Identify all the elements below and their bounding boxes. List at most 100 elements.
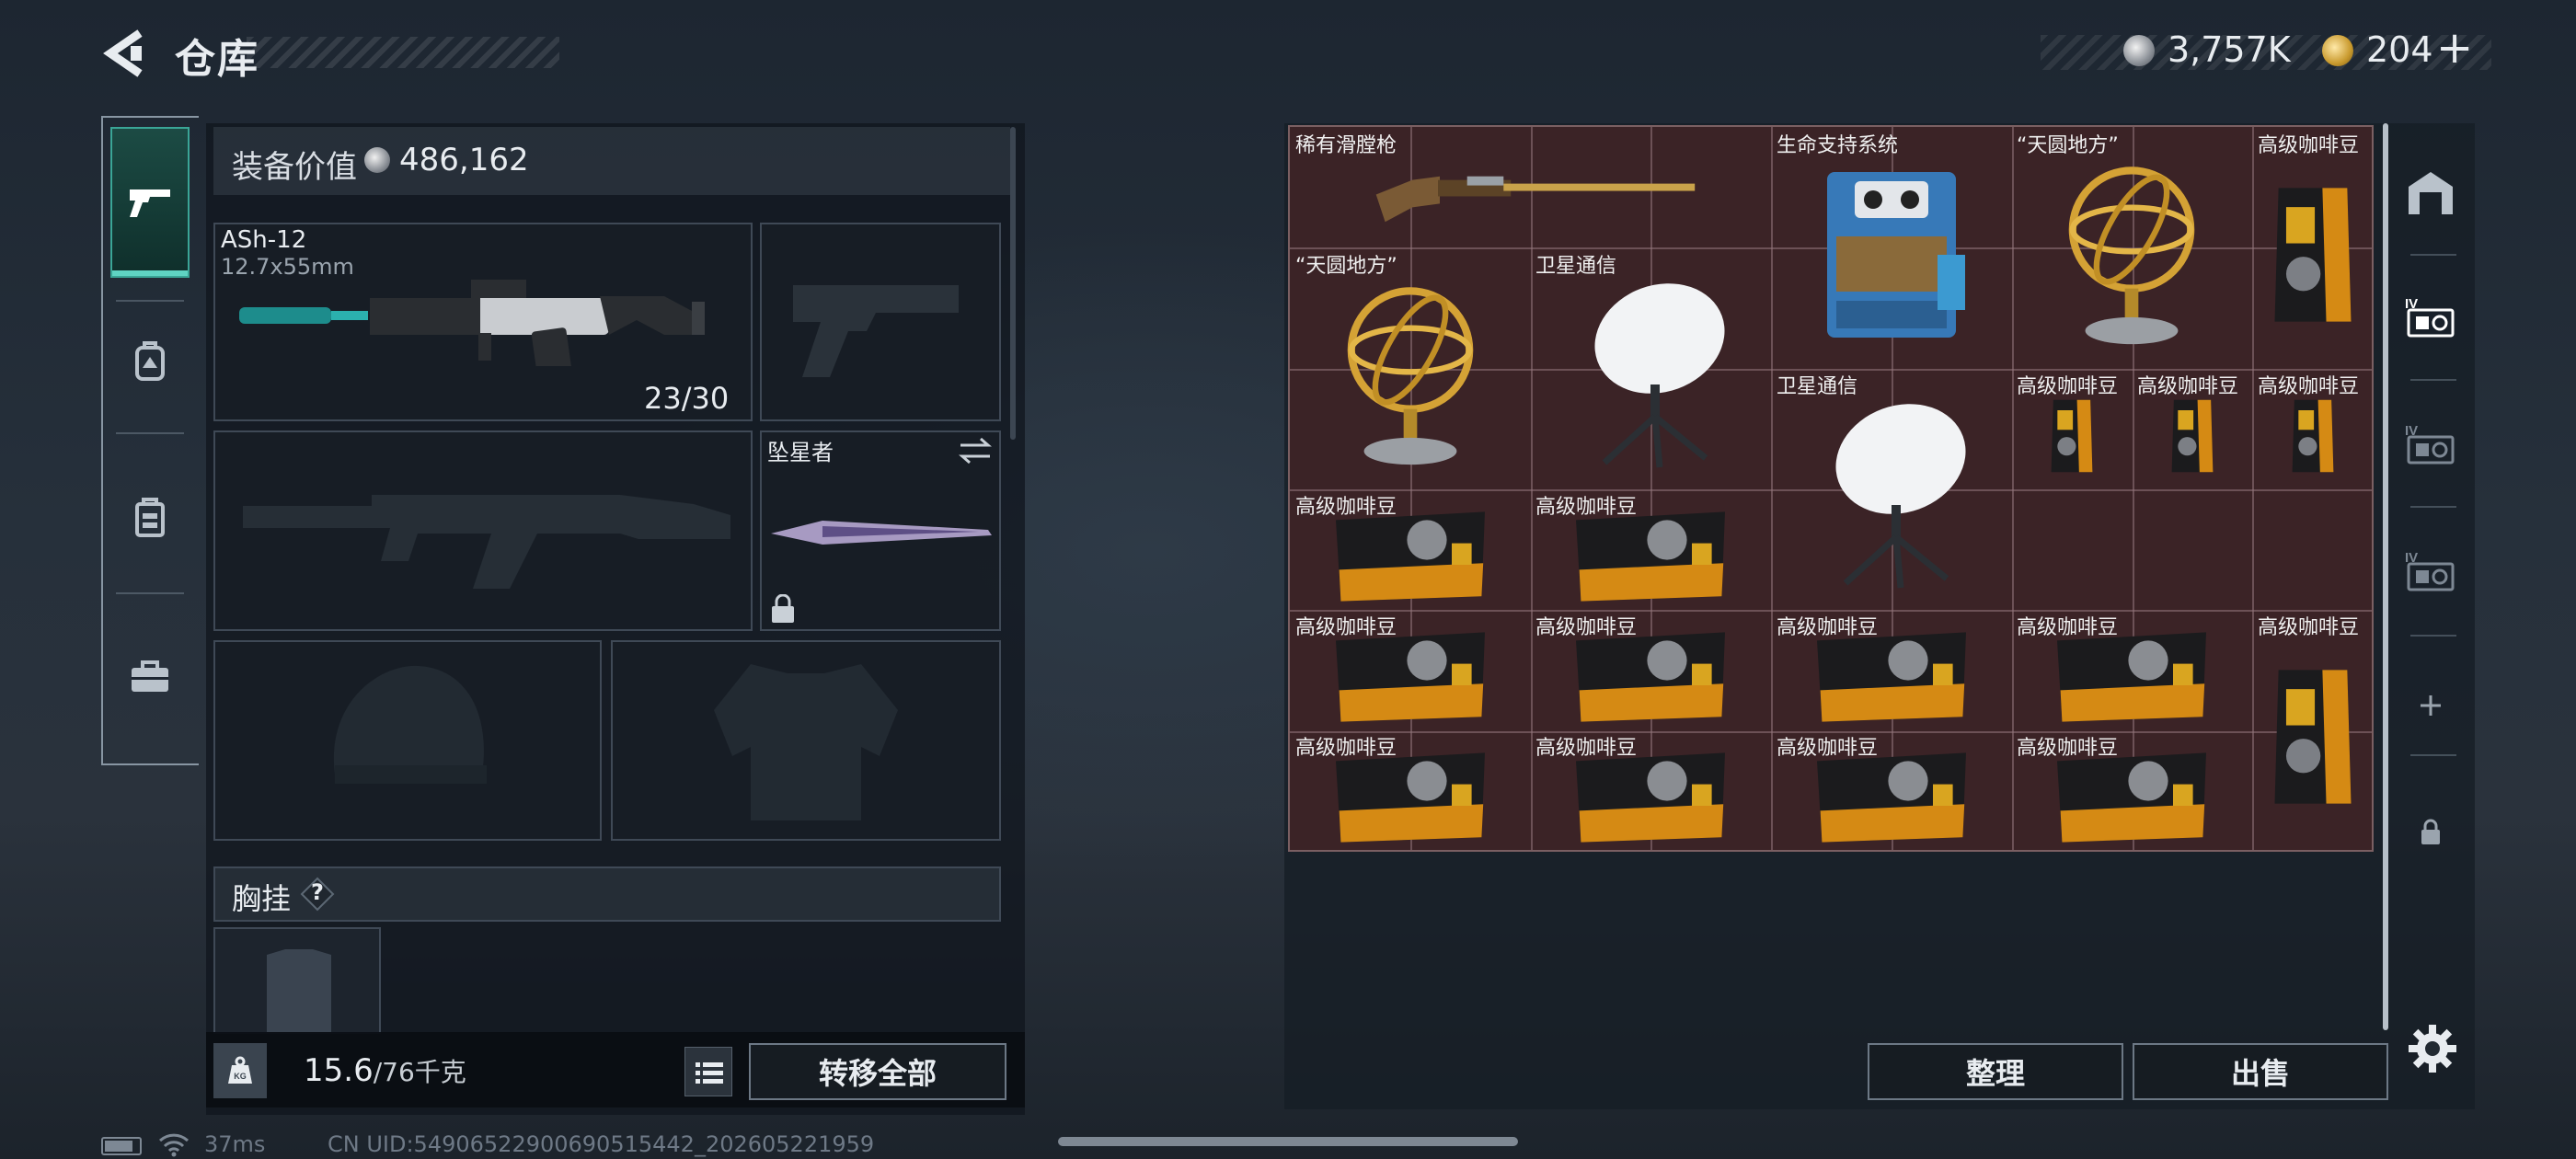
stash-item[interactable]: 高级咖啡豆	[1290, 609, 1530, 729]
armillary-sphere-icon	[2024, 153, 2239, 357]
stash-item[interactable]: 高级咖啡豆	[1290, 729, 1530, 850]
stash-iv-icon: IV	[2405, 423, 2455, 465]
stash-item[interactable]: 高级咖啡豆	[1530, 609, 1771, 729]
list-view-button[interactable]	[684, 1047, 732, 1096]
primary-weapon-slot[interactable]: ASh-12 12.7x55mm 23/30	[213, 223, 753, 421]
stash-item-label: 高级咖啡豆	[2017, 616, 2119, 639]
add-currency-button[interactable]: +	[2436, 22, 2473, 74]
swap-icon[interactable]	[957, 436, 994, 465]
pistol-slot[interactable]	[760, 223, 1001, 421]
stash-item[interactable]: 高级咖啡豆	[2252, 368, 2374, 488]
ping-readout: 37ms	[204, 1131, 266, 1157]
stash-item[interactable]: 高级咖啡豆	[1530, 488, 1771, 609]
stash-item-label: 高级咖啡豆	[1535, 496, 1638, 519]
title-decoration	[247, 37, 559, 68]
page-title: 仓库	[175, 36, 259, 83]
stash-item[interactable]: 高级咖啡豆	[2252, 609, 2374, 850]
stash-item[interactable]: 高级咖啡豆	[1530, 729, 1771, 850]
stash-item[interactable]: 稀有滑膛枪	[1290, 127, 1771, 247]
backpack-icon	[132, 340, 168, 383]
chest-rig-slot[interactable]	[213, 927, 381, 1034]
active-indicator	[112, 270, 188, 276]
stash-item-label: 卫星通信	[1535, 255, 1617, 278]
stash-item-label: 高级咖啡豆	[2258, 375, 2360, 398]
stash-tab-iv-2[interactable]: IV	[2396, 403, 2466, 486]
stash-tab-iv-1[interactable]: IV	[2396, 276, 2466, 359]
stash-item[interactable]: 高级咖啡豆	[2132, 368, 2252, 488]
knife-icon	[771, 521, 992, 545]
stash-grid: 稀有滑膛枪 生命支持系统 “天圆地方” 高级咖啡豆 “天圆地方” 卫星通信 卫星通信 高级咖啡…	[1288, 125, 2374, 852]
sidebar-divider	[2410, 379, 2456, 381]
stash-item[interactable]: 生命支持系统	[1771, 127, 2011, 368]
nav-case-tab[interactable]	[110, 637, 190, 716]
plus-icon	[2421, 695, 2441, 716]
max-weight: /76千克	[373, 1057, 466, 1087]
lock-icon	[769, 594, 797, 624]
rifle-silhouette-icon	[243, 495, 730, 589]
armor-slot[interactable]	[611, 640, 1001, 841]
nav-backpack-tab[interactable]	[110, 322, 190, 401]
stash-scrollbar[interactable]	[2383, 123, 2388, 1030]
stash-item[interactable]: 高级咖啡豆	[2252, 127, 2374, 368]
stash-item[interactable]: 卫星通信	[1530, 247, 1771, 488]
sort-button[interactable]: 整理	[1868, 1043, 2123, 1100]
coffee-bag-icon	[2265, 153, 2361, 357]
stash-item[interactable]: 高级咖啡豆	[2011, 729, 2252, 850]
weapon-caliber: 12.7x55mm	[221, 254, 354, 280]
stash-item-label: 高级咖啡豆	[1777, 616, 1879, 639]
locked-stash-tab[interactable]	[2396, 791, 2466, 874]
life-support-icon	[1784, 153, 1998, 357]
stash-item[interactable]: 高级咖啡豆	[2011, 368, 2132, 488]
stash-item-label: 高级咖啡豆	[1295, 496, 1397, 519]
nav-vest-tab[interactable]	[110, 478, 190, 557]
battery-icon	[101, 1137, 142, 1155]
stash-item-label: 高级咖啡豆	[1777, 737, 1879, 760]
back-arrow-icon[interactable]	[99, 28, 145, 79]
wifi-icon	[158, 1131, 190, 1157]
stash-item[interactable]: 高级咖啡豆	[2011, 609, 2252, 729]
current-weight: 15.6	[304, 1052, 374, 1089]
stash-item[interactable]: 卫星通信	[1771, 368, 2011, 609]
nav-divider	[116, 432, 184, 434]
stash-item[interactable]: 高级咖啡豆	[1290, 488, 1530, 609]
stash-item-label: 高级咖啡豆	[2137, 375, 2239, 398]
sidebar-divider	[2410, 506, 2456, 508]
coffee-bag-icon	[2265, 394, 2361, 477]
stash-item[interactable]: “天圆地方”	[1290, 247, 1530, 488]
coffee-bag-icon	[1543, 631, 1758, 722]
helmet-silhouette-icon	[333, 665, 487, 784]
stash-item[interactable]: “天圆地方”	[2011, 127, 2252, 368]
ammo-count: 23/30	[644, 381, 730, 416]
loadout-scrollbar[interactable]	[1010, 127, 1016, 440]
coffee-bag-icon	[1784, 752, 1998, 843]
armillary-sphere-icon	[1303, 273, 1517, 477]
coffee-bag-icon	[2265, 635, 2361, 839]
lock-icon	[2421, 819, 2440, 844]
nav-divider	[116, 592, 184, 594]
home-indicator[interactable]	[1058, 1137, 1518, 1146]
stash-tab-home[interactable]	[2396, 151, 2466, 234]
stash-item-label: 卫星通信	[1777, 375, 1858, 398]
add-stash-button[interactable]	[2396, 664, 2466, 747]
stash-tab-iv-3[interactable]: IV	[2396, 530, 2466, 613]
gold-currency-amount: 204	[2366, 29, 2433, 70]
stash-iv-icon: IV	[2405, 296, 2455, 338]
sell-button[interactable]: 出售	[2133, 1043, 2388, 1100]
stash-item[interactable]: 高级咖啡豆	[1771, 609, 2011, 729]
weight-readout: 15.6/76千克	[304, 1052, 466, 1089]
melee-slot[interactable]: 坠星者	[760, 430, 1001, 631]
help-icon[interactable]: ?	[300, 877, 335, 912]
melee-name: 坠星者	[767, 440, 834, 465]
weapon-name: ASh-12	[221, 226, 307, 254]
transfer-all-button[interactable]: 转移全部	[749, 1043, 1006, 1100]
stash-item-label: 高级咖啡豆	[2258, 616, 2360, 639]
chest-rig-silhouette-icon	[267, 949, 331, 1032]
stash-item[interactable]: 高级咖啡豆	[1771, 729, 2011, 850]
helmet-slot[interactable]	[213, 640, 602, 841]
stash-item-label: “天圆地方”	[2017, 134, 2119, 157]
nav-weapons-tab[interactable]	[110, 127, 190, 278]
settings-gear-icon[interactable]	[2405, 1021, 2460, 1076]
stash-item-label: 生命支持系统	[1777, 134, 1899, 157]
stash-item-label: 稀有滑膛枪	[1295, 134, 1397, 157]
secondary-weapon-slot[interactable]	[213, 430, 753, 631]
